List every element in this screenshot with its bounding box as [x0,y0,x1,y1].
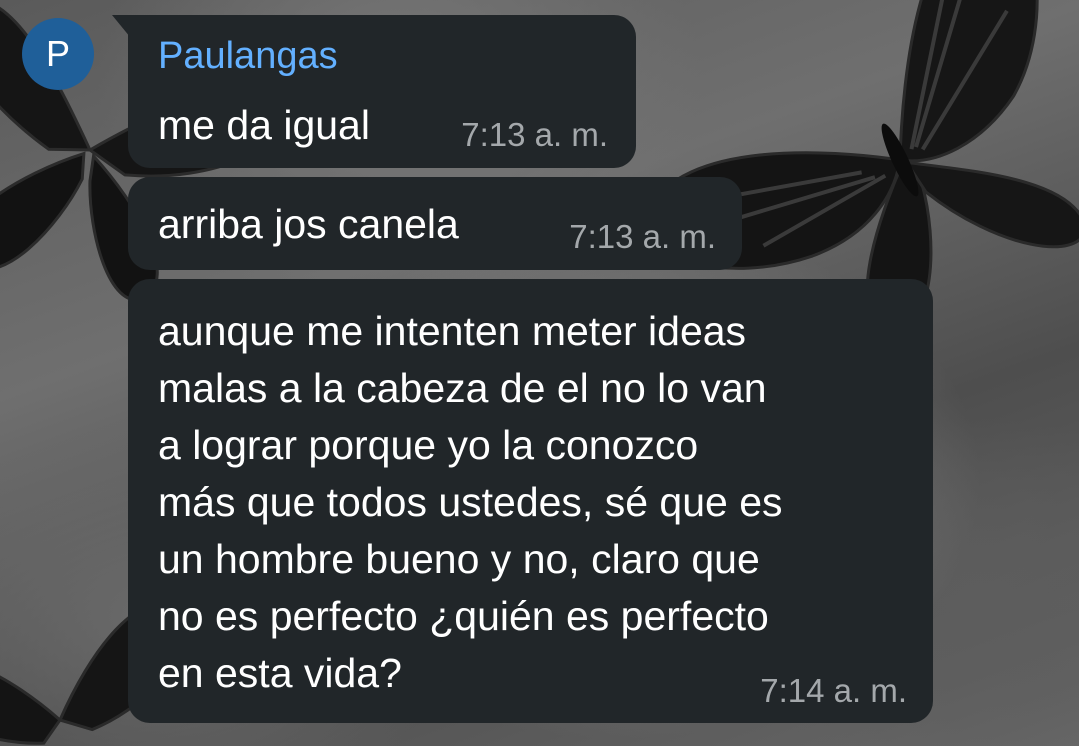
message-text: arriba jos canela [158,201,459,247]
message-bubble[interactable]: Paulangas me da igual 7:13 a. m. [112,15,636,168]
message-timestamp: 7:13 a. m. [461,116,608,153]
message-timestamp: 7:13 a. m. [569,218,716,255]
message-text: aunque me intenten meter ideas malas a l… [158,308,783,696]
bubble-tail [112,15,130,37]
message-bubble[interactable]: aunque me intenten meter ideas malas a l… [128,279,933,723]
message-text: me da igual [158,102,370,148]
sender-name[interactable]: Paulangas [158,35,338,78]
message-bubble[interactable]: arriba jos canela 7:13 a. m. [128,177,742,270]
message-timestamp: 7:14 a. m. [760,672,907,709]
avatar[interactable]: P [22,18,94,90]
